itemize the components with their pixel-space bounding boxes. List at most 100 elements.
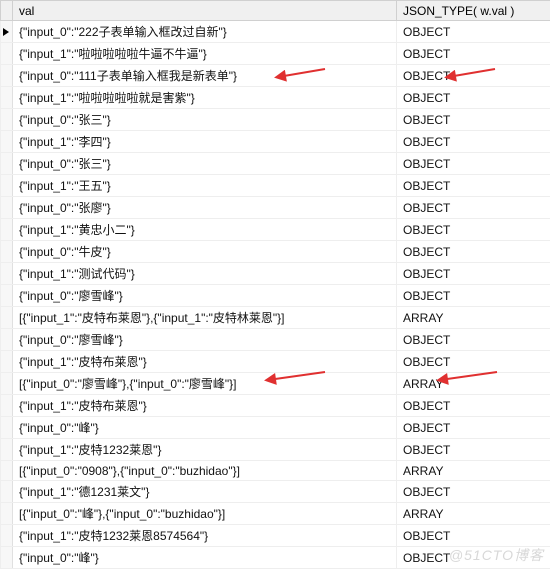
table-row[interactable]: {"input_1":"德1231莱文"}OBJECT bbox=[1, 481, 550, 503]
table-row[interactable]: {"input_0":"张廖"}OBJECT bbox=[1, 197, 550, 219]
row-indicator bbox=[1, 547, 13, 569]
row-indicator bbox=[1, 461, 13, 481]
row-indicator bbox=[1, 351, 13, 373]
cell-val[interactable]: {"input_0":"牛皮"} bbox=[13, 241, 397, 263]
cell-val[interactable]: {"input_1":"黄忠小二"} bbox=[13, 219, 397, 241]
cell-val[interactable]: {"input_0":"张廖"} bbox=[13, 197, 397, 219]
column-header-type[interactable]: JSON_TYPE( w.val ) bbox=[397, 1, 550, 21]
cell-val[interactable]: {"input_0":"廖雪峰"} bbox=[13, 285, 397, 307]
cell-type[interactable]: OBJECT bbox=[397, 131, 550, 153]
row-indicator bbox=[1, 21, 13, 43]
table-row[interactable]: {"input_0":"牛皮"}OBJECT bbox=[1, 241, 550, 263]
cell-val[interactable]: {"input_0":"张三"} bbox=[13, 153, 397, 175]
row-indicator bbox=[1, 525, 13, 547]
header-row: val JSON_TYPE( w.val ) bbox=[1, 1, 550, 21]
cell-type[interactable]: OBJECT bbox=[397, 285, 550, 307]
cell-type[interactable]: OBJECT bbox=[397, 153, 550, 175]
cell-val[interactable]: {"input_0":"222子表单输入框改过自新"} bbox=[13, 21, 397, 43]
row-indicator bbox=[1, 109, 13, 131]
column-header-val[interactable]: val bbox=[13, 1, 397, 21]
row-indicator bbox=[1, 153, 13, 175]
current-row-icon bbox=[3, 28, 9, 36]
cell-val[interactable]: [{"input_0":"廖雪峰"},{"input_0":"廖雪峰"}] bbox=[13, 373, 397, 395]
table-row[interactable]: [{"input_1":"皮特布莱恩"},{"input_1":"皮特林莱恩"}… bbox=[1, 307, 550, 329]
cell-val[interactable]: {"input_1":"啦啦啦啦啦就是害紫"} bbox=[13, 87, 397, 109]
cell-val[interactable]: {"input_1":"李四"} bbox=[13, 131, 397, 153]
cell-type[interactable]: ARRAY bbox=[397, 461, 550, 481]
cell-val[interactable]: [{"input_0":"峰"},{"input_0":"buzhidao"}] bbox=[13, 503, 397, 525]
cell-type[interactable]: OBJECT bbox=[397, 65, 550, 87]
cell-val[interactable]: [{"input_1":"皮特布莱恩"},{"input_1":"皮特林莱恩"}… bbox=[13, 307, 397, 329]
cell-val[interactable]: {"input_0":"峰"} bbox=[13, 547, 397, 569]
cell-type[interactable]: ARRAY bbox=[397, 307, 550, 329]
cell-val[interactable]: {"input_1":"测试代码"} bbox=[13, 263, 397, 285]
cell-type[interactable]: OBJECT bbox=[397, 525, 550, 547]
cell-val[interactable]: {"input_1":"皮特1232莱恩"} bbox=[13, 439, 397, 461]
table-row[interactable]: {"input_1":"测试代码"}OBJECT bbox=[1, 263, 550, 285]
row-indicator bbox=[1, 285, 13, 307]
row-indicator-header[interactable] bbox=[1, 1, 13, 21]
row-indicator bbox=[1, 131, 13, 153]
cell-val[interactable]: {"input_1":"王五"} bbox=[13, 175, 397, 197]
cell-type[interactable]: ARRAY bbox=[397, 373, 550, 395]
cell-type[interactable]: OBJECT bbox=[397, 87, 550, 109]
cell-type[interactable]: OBJECT bbox=[397, 197, 550, 219]
table-row[interactable]: {"input_1":"王五"}OBJECT bbox=[1, 175, 550, 197]
cell-val[interactable]: {"input_1":"皮特布莱恩"} bbox=[13, 351, 397, 373]
cell-type[interactable]: OBJECT bbox=[397, 329, 550, 351]
table-row[interactable]: [{"input_0":"0908"},{"input_0":"buzhidao… bbox=[1, 461, 550, 481]
row-indicator bbox=[1, 175, 13, 197]
result-grid: val JSON_TYPE( w.val ) {"input_0":"222子表… bbox=[0, 0, 550, 569]
row-indicator bbox=[1, 241, 13, 263]
cell-val[interactable]: {"input_0":"峰"} bbox=[13, 417, 397, 439]
cell-type[interactable]: OBJECT bbox=[397, 417, 550, 439]
cell-type[interactable]: OBJECT bbox=[397, 351, 550, 373]
cell-type[interactable]: OBJECT bbox=[397, 21, 550, 43]
cell-type[interactable]: OBJECT bbox=[397, 109, 550, 131]
table-row[interactable]: {"input_1":"皮特布莱恩"}OBJECT bbox=[1, 395, 550, 417]
cell-val[interactable]: {"input_0":"张三"} bbox=[13, 109, 397, 131]
cell-type[interactable]: ARRAY bbox=[397, 503, 550, 525]
row-indicator bbox=[1, 263, 13, 285]
cell-type[interactable]: OBJECT bbox=[397, 263, 550, 285]
cell-type[interactable]: OBJECT bbox=[397, 395, 550, 417]
cell-val[interactable]: {"input_0":"廖雪峰"} bbox=[13, 329, 397, 351]
row-indicator bbox=[1, 503, 13, 525]
cell-type[interactable]: OBJECT bbox=[397, 175, 550, 197]
cell-val[interactable]: [{"input_0":"0908"},{"input_0":"buzhidao… bbox=[13, 461, 397, 481]
row-indicator bbox=[1, 43, 13, 65]
table-row[interactable]: {"input_0":"222子表单输入框改过自新"}OBJECT bbox=[1, 21, 550, 43]
table-row[interactable]: {"input_1":"啦啦啦啦啦牛逼不牛逼"}OBJECT bbox=[1, 43, 550, 65]
table-row[interactable]: [{"input_0":"廖雪峰"},{"input_0":"廖雪峰"}]ARR… bbox=[1, 373, 550, 395]
table-row[interactable]: {"input_1":"皮特1232莱恩"}OBJECT bbox=[1, 439, 550, 461]
table-row[interactable]: {"input_0":"111子表单输入框我是新表单"}OBJECT bbox=[1, 65, 550, 87]
row-indicator bbox=[1, 329, 13, 351]
row-indicator bbox=[1, 439, 13, 461]
table-row[interactable]: {"input_1":"皮特1232莱恩8574564"}OBJECT bbox=[1, 525, 550, 547]
table-row[interactable]: {"input_1":"黄忠小二"}OBJECT bbox=[1, 219, 550, 241]
row-indicator bbox=[1, 395, 13, 417]
cell-val[interactable]: {"input_1":"啦啦啦啦啦牛逼不牛逼"} bbox=[13, 43, 397, 65]
table-row[interactable]: {"input_0":"廖雪峰"}OBJECT bbox=[1, 329, 550, 351]
table-row[interactable]: {"input_1":"皮特布莱恩"}OBJECT bbox=[1, 351, 550, 373]
row-indicator bbox=[1, 197, 13, 219]
cell-type[interactable]: OBJECT bbox=[397, 43, 550, 65]
cell-val[interactable]: {"input_0":"111子表单输入框我是新表单"} bbox=[13, 65, 397, 87]
cell-val[interactable]: {"input_1":"皮特1232莱恩8574564"} bbox=[13, 525, 397, 547]
table-row[interactable]: [{"input_0":"峰"},{"input_0":"buzhidao"}]… bbox=[1, 503, 550, 525]
cell-val[interactable]: {"input_1":"皮特布莱恩"} bbox=[13, 395, 397, 417]
cell-type[interactable]: OBJECT bbox=[397, 547, 550, 569]
cell-type[interactable]: OBJECT bbox=[397, 241, 550, 263]
table-row[interactable]: {"input_0":"峰"}OBJECT bbox=[1, 547, 550, 569]
table-row[interactable]: {"input_1":"啦啦啦啦啦就是害紫"}OBJECT bbox=[1, 87, 550, 109]
table-row[interactable]: {"input_0":"张三"}OBJECT bbox=[1, 153, 550, 175]
cell-type[interactable]: OBJECT bbox=[397, 219, 550, 241]
table-row[interactable]: {"input_0":"廖雪峰"}OBJECT bbox=[1, 285, 550, 307]
table-row[interactable]: {"input_0":"峰"}OBJECT bbox=[1, 417, 550, 439]
cell-type[interactable]: OBJECT bbox=[397, 439, 550, 461]
table-row[interactable]: {"input_1":"李四"}OBJECT bbox=[1, 131, 550, 153]
cell-type[interactable]: OBJECT bbox=[397, 481, 550, 503]
cell-val[interactable]: {"input_1":"德1231莱文"} bbox=[13, 481, 397, 503]
table-row[interactable]: {"input_0":"张三"}OBJECT bbox=[1, 109, 550, 131]
row-indicator bbox=[1, 65, 13, 87]
